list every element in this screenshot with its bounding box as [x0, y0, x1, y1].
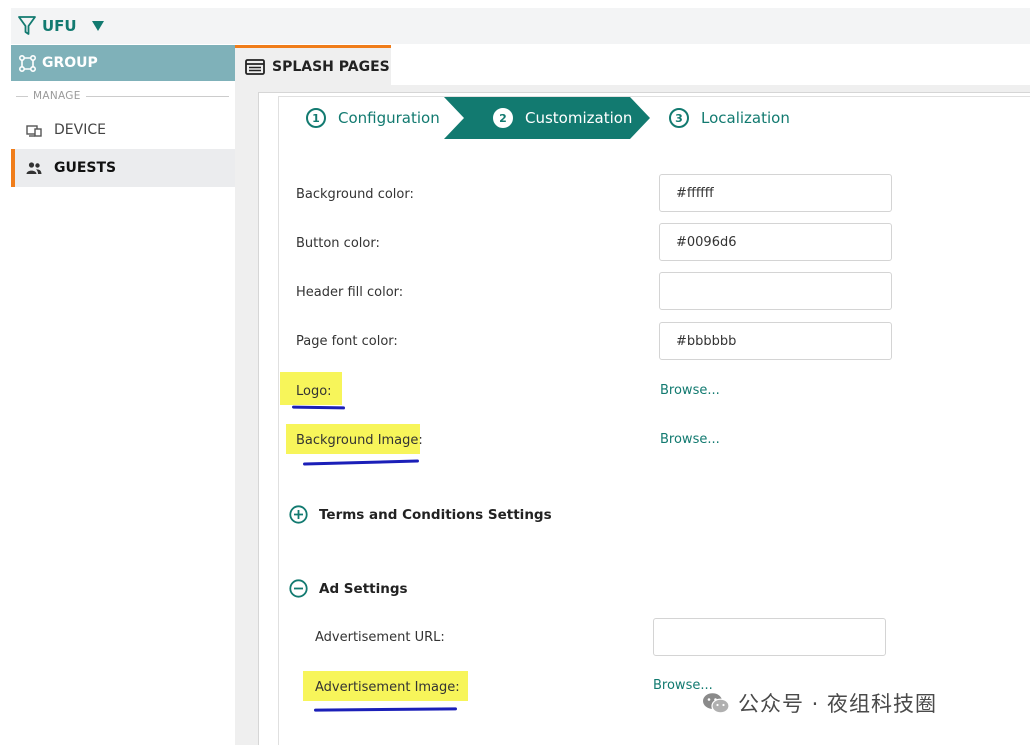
device-icon	[26, 125, 42, 137]
logo-browse-link[interactable]: Browse...	[660, 383, 720, 398]
tab-label: SPLASH PAGES	[272, 58, 390, 75]
logo-label: Logo:	[296, 384, 332, 399]
step-label: Configuration	[338, 109, 440, 127]
background-image-browse-link[interactable]: Browse...	[660, 432, 720, 447]
background-image-label: Background Image:	[296, 433, 423, 448]
divider	[16, 95, 28, 97]
wizard-steps: 1 Configuration 2 Customization 3 Locali…	[279, 97, 1030, 139]
sidebar-item-device[interactable]: DEVICE	[11, 111, 235, 149]
background-color-label: Background color:	[296, 187, 414, 202]
manage-section-header: MANAGE	[11, 81, 235, 111]
step-number: 3	[669, 108, 689, 128]
step-number: 2	[493, 108, 513, 128]
watermark-text: 公众号 · 夜组科技圈	[738, 692, 938, 716]
step-number: 1	[306, 108, 326, 128]
collapse-minus-icon	[289, 579, 308, 598]
header-fill-color-field[interactable]	[659, 272, 892, 310]
guests-icon	[26, 162, 42, 174]
group-icon	[19, 54, 36, 72]
ad-section-label: Ad Settings	[319, 580, 408, 597]
ad-section-header[interactable]: Ad Settings	[289, 579, 408, 598]
sidebar-item-label: GUESTS	[54, 160, 117, 176]
background-color-field[interactable]: #ffffff	[659, 174, 892, 212]
sidebar-item-label: DEVICE	[54, 122, 106, 138]
step-configuration[interactable]: 1 Configuration	[306, 97, 440, 139]
step-customization[interactable]: 2 Customization	[493, 97, 632, 139]
step-localization[interactable]: 3 Localization	[669, 97, 790, 139]
advertisement-url-label: Advertisement URL:	[315, 630, 445, 645]
terms-section-label: Terms and Conditions Settings	[319, 506, 552, 523]
step-label: Customization	[525, 109, 633, 127]
splash-page-icon	[245, 58, 265, 75]
divider	[85, 95, 229, 97]
sidebar: GROUP MANAGE DEVICE GUESTS	[11, 45, 235, 745]
caret-down-icon[interactable]	[91, 20, 105, 32]
tab-strip: SPLASH PAGES	[235, 45, 1030, 85]
manage-label: MANAGE	[33, 90, 81, 102]
advertisement-image-label: Advertisement Image:	[315, 680, 460, 695]
button-color-field[interactable]: #0096d6	[659, 223, 892, 261]
top-bar: UFU	[0, 0, 1030, 45]
advertisement-url-field[interactable]	[653, 618, 886, 656]
page-font-color-label: Page font color:	[296, 334, 398, 349]
header-fill-color-label: Header fill color:	[296, 285, 404, 300]
site-selector[interactable]: UFU	[11, 8, 1030, 44]
watermark: 公众号 · 夜组科技圈	[702, 688, 937, 718]
group-header[interactable]: GROUP	[11, 45, 235, 81]
sidebar-item-guests[interactable]: GUESTS	[11, 149, 235, 187]
expand-plus-icon	[289, 505, 308, 524]
terms-section-header[interactable]: Terms and Conditions Settings	[289, 505, 552, 524]
button-color-label: Button color:	[296, 236, 380, 251]
step-label: Localization	[701, 109, 790, 127]
filter-icon	[18, 16, 36, 35]
tab-splash-pages[interactable]: SPLASH PAGES	[235, 45, 391, 85]
group-label: GROUP	[42, 55, 98, 71]
wechat-icon	[703, 693, 730, 714]
page-font-color-field[interactable]: #bbbbbb	[659, 322, 892, 360]
site-name: UFU	[42, 17, 77, 35]
